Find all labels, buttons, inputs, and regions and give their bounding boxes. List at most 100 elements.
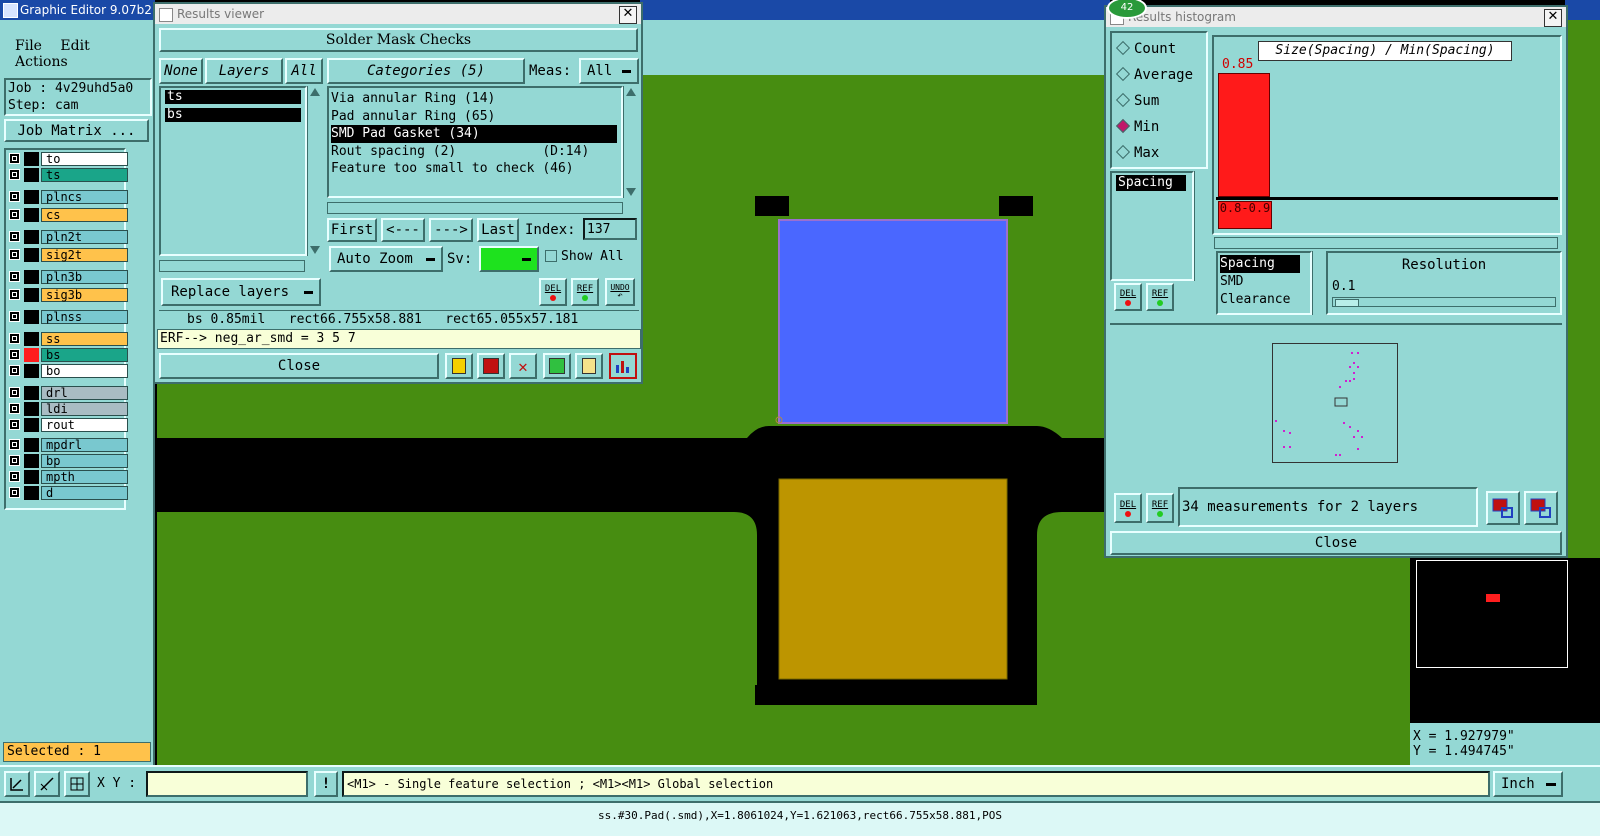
layer-name[interactable]: d bbox=[41, 486, 128, 500]
layer-row[interactable]: rout bbox=[6, 418, 128, 432]
highlight-icon[interactable] bbox=[445, 353, 473, 379]
auto-zoom-dropdown[interactable]: Auto Zoom bbox=[329, 246, 443, 272]
layer-row[interactable]: drl bbox=[6, 386, 128, 400]
layer-results-list[interactable]: ts bs bbox=[159, 86, 307, 256]
scroll-up-icon[interactable] bbox=[310, 88, 320, 96]
layer-name[interactable]: rout bbox=[41, 418, 128, 432]
hist-del-button[interactable]: DEL bbox=[1114, 283, 1142, 311]
layer-row[interactable]: mpth bbox=[6, 470, 128, 484]
notes-icon[interactable] bbox=[575, 353, 603, 379]
layer-name[interactable]: pln2t bbox=[41, 230, 128, 244]
layer-list-hscroll[interactable] bbox=[159, 260, 305, 272]
attribute-list[interactable]: Spacing SMD Clearance bbox=[1216, 251, 1312, 315]
index-input[interactable] bbox=[583, 218, 637, 240]
layer-checkbox[interactable] bbox=[9, 333, 20, 344]
layer-checkbox[interactable] bbox=[9, 231, 20, 242]
layer-checkbox[interactable] bbox=[9, 249, 20, 260]
chart-hscroll[interactable] bbox=[1214, 237, 1558, 249]
option-average[interactable]: Average bbox=[1115, 66, 1193, 83]
attribute-item[interactable]: SMD bbox=[1220, 273, 1310, 291]
spacing-tag[interactable]: Spacing bbox=[1116, 175, 1186, 191]
layer-row[interactable]: bs bbox=[6, 348, 128, 362]
menu-edit[interactable]: Edit bbox=[60, 38, 89, 54]
sv-color-dropdown[interactable] bbox=[479, 246, 539, 272]
attribute-list-scrollbar[interactable] bbox=[1312, 251, 1324, 315]
layer-name[interactable]: sig2t bbox=[41, 248, 128, 262]
grid-tool-icon[interactable] bbox=[64, 771, 90, 797]
layer-checkbox[interactable] bbox=[9, 403, 20, 414]
layer-name[interactable]: plncs bbox=[41, 190, 128, 204]
hist-close-button[interactable]: Close bbox=[1110, 531, 1562, 555]
layer-name[interactable]: bo bbox=[41, 364, 128, 378]
layer-row[interactable]: d bbox=[6, 486, 128, 500]
category-item[interactable]: Rout spacing (2) (D:14) bbox=[331, 143, 621, 161]
layer-checkbox[interactable] bbox=[9, 471, 20, 482]
layer-row[interactable]: to bbox=[6, 152, 128, 166]
category-item[interactable]: Feature too small to check (46) bbox=[331, 160, 621, 178]
scroll-down-icon[interactable] bbox=[310, 246, 320, 254]
del-button[interactable]: DEL bbox=[539, 278, 567, 306]
layer-row[interactable]: plncs bbox=[6, 190, 128, 204]
report-icon[interactable] bbox=[477, 353, 505, 379]
layer-name[interactable]: ldi bbox=[41, 402, 128, 416]
layer-name[interactable]: ss bbox=[41, 332, 128, 346]
export-histogram-icon[interactable] bbox=[1486, 491, 1520, 525]
option-min[interactable]: Min bbox=[1115, 118, 1159, 135]
first-button[interactable]: First bbox=[327, 218, 377, 242]
zoom-histogram-icon[interactable] bbox=[1524, 491, 1558, 525]
cross-icon[interactable]: ✕ bbox=[509, 353, 537, 379]
attribute-scrollbar[interactable] bbox=[1194, 171, 1208, 281]
layer-row[interactable]: sig3b bbox=[6, 288, 128, 302]
layer-checkbox[interactable] bbox=[9, 455, 20, 466]
layer-name[interactable]: mpth bbox=[41, 470, 128, 484]
sort-icon[interactable] bbox=[543, 353, 571, 379]
replace-layers-dropdown[interactable]: Replace layers bbox=[161, 278, 321, 306]
layer-checkbox[interactable] bbox=[9, 289, 20, 300]
meas-dropdown[interactable]: All bbox=[579, 58, 639, 84]
layer-row[interactable]: ss bbox=[6, 332, 128, 346]
close-button[interactable]: Close bbox=[159, 353, 439, 379]
layer-checkbox[interactable] bbox=[9, 439, 20, 450]
hist-ref-button[interactable]: REF bbox=[1146, 283, 1174, 311]
close-icon[interactable]: ✕ bbox=[619, 6, 637, 24]
measure-tool-icon[interactable] bbox=[34, 771, 60, 797]
layer-checkbox[interactable] bbox=[9, 153, 20, 164]
layer-row[interactable]: bo bbox=[6, 364, 128, 378]
job-matrix-button[interactable]: Job Matrix ... bbox=[4, 119, 149, 142]
layer-checkbox[interactable] bbox=[9, 209, 20, 220]
layer-row[interactable]: ts bbox=[6, 168, 128, 182]
slider-thumb[interactable] bbox=[1335, 299, 1359, 307]
option-count[interactable]: Count bbox=[1115, 40, 1176, 57]
show-all-checkbox[interactable] bbox=[545, 250, 557, 262]
layer-result-item[interactable]: bs bbox=[165, 108, 301, 122]
undo-button[interactable]: UNDO ↶ bbox=[605, 278, 635, 306]
layer-row[interactable]: pln2t bbox=[6, 230, 128, 244]
category-item[interactable]: Pad annular Ring (65) bbox=[331, 108, 621, 126]
all-button[interactable]: All bbox=[285, 58, 323, 84]
units-dropdown[interactable]: Inch bbox=[1493, 771, 1563, 797]
layer-row[interactable]: sig2t bbox=[6, 248, 128, 262]
layer-list-scrollbar[interactable] bbox=[307, 86, 321, 256]
layer-name[interactable]: cs bbox=[41, 208, 128, 222]
category-item[interactable]: Via annular Ring (14) bbox=[331, 90, 621, 108]
layer-checkbox[interactable] bbox=[9, 387, 20, 398]
layer-checkbox[interactable] bbox=[9, 365, 20, 376]
layer-name[interactable]: plnss bbox=[41, 310, 128, 324]
hist-ref-button-bottom[interactable]: REF bbox=[1146, 493, 1174, 523]
layer-checkbox[interactable] bbox=[9, 349, 20, 360]
layer-row[interactable]: pln3b bbox=[6, 270, 128, 284]
layer-name[interactable]: mpdrl bbox=[41, 438, 128, 452]
last-button[interactable]: Last bbox=[477, 218, 519, 242]
layer-name[interactable]: pln3b bbox=[41, 270, 128, 284]
resolution-slider[interactable] bbox=[1332, 297, 1556, 307]
attribute-item-selected[interactable]: Spacing bbox=[1220, 255, 1300, 273]
scroll-down-icon[interactable] bbox=[626, 188, 636, 196]
layer-row[interactable]: bp bbox=[6, 454, 128, 468]
option-sum[interactable]: Sum bbox=[1115, 92, 1159, 109]
categories-tab[interactable]: Categories (5) bbox=[327, 58, 525, 84]
prev-button[interactable]: <--- bbox=[381, 218, 425, 242]
category-hscroll[interactable] bbox=[327, 202, 623, 214]
layer-checkbox[interactable] bbox=[9, 169, 20, 180]
layer-name[interactable]: ts bbox=[41, 168, 128, 182]
layer-row[interactable]: ldi bbox=[6, 402, 128, 416]
